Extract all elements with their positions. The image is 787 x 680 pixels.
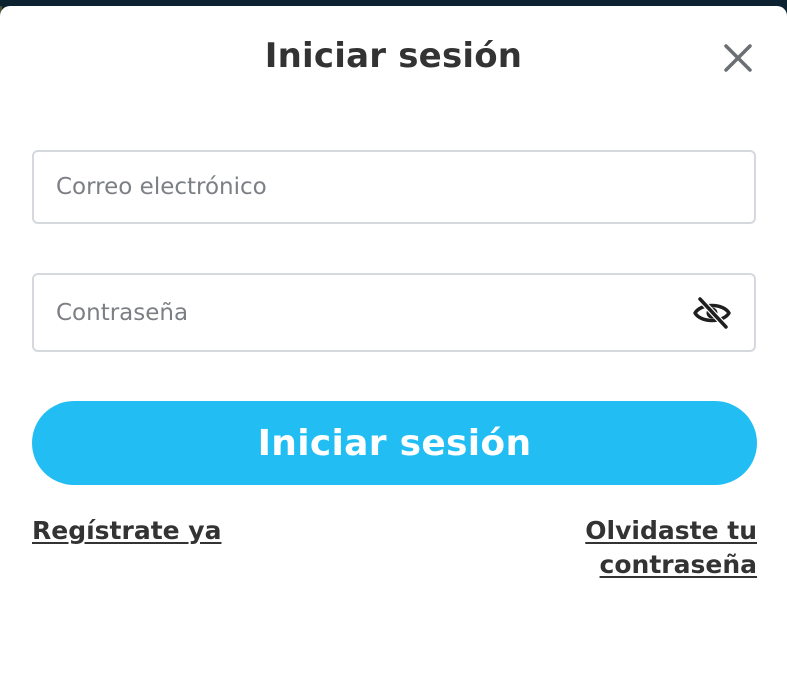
password-input[interactable] xyxy=(56,275,696,350)
eye-slash-icon xyxy=(693,296,731,330)
login-button[interactable]: Iniciar sesión xyxy=(32,401,757,485)
email-field-container xyxy=(32,150,756,224)
toggle-password-visibility-button[interactable] xyxy=(692,295,732,331)
password-field-container xyxy=(32,273,756,352)
close-button[interactable] xyxy=(720,40,756,76)
login-dialog: Iniciar sesión Iniciar sesión Regístrate… xyxy=(0,6,787,680)
forgot-password-link[interactable]: Olvidaste tu contraseña xyxy=(517,514,757,582)
close-icon xyxy=(724,44,752,72)
dialog-title: Iniciar sesión xyxy=(264,36,523,76)
register-link[interactable]: Regístrate ya xyxy=(32,514,221,548)
email-input[interactable] xyxy=(56,152,696,222)
